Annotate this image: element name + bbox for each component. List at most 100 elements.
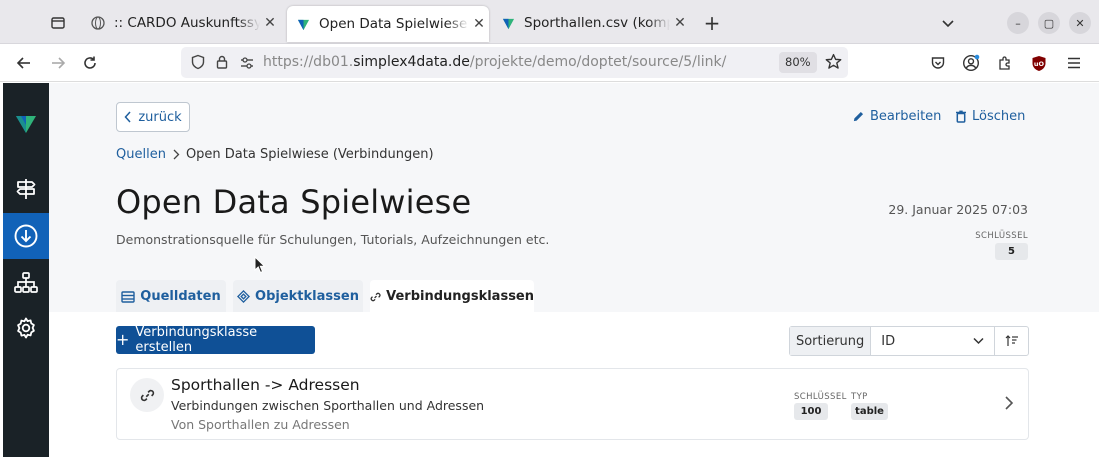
app-sidebar [3,83,49,457]
arrow-left-icon [16,57,30,69]
link-class-card[interactable]: Sporthallen -> Adressen Verbindungen zwi… [116,368,1029,440]
delete-button[interactable]: Löschen [955,109,1025,124]
extensions-button[interactable] [993,51,1017,75]
sort-value: ID [881,333,896,349]
sort-label: Sortierung [790,327,872,355]
gear-icon [17,317,35,339]
simplex-logo-icon [16,116,36,133]
chevron-down-icon [942,20,954,28]
pocket-button[interactable] [926,51,950,75]
card-note: Von Sporthallen zu Adressen [171,417,350,432]
permissions-icon[interactable] [239,55,255,74]
back-label: zurück [138,109,182,125]
minimize-button[interactable]: – [1007,12,1029,34]
sort-direction-button[interactable] [994,327,1028,355]
tab-label: Quelldaten [140,289,221,304]
card-key-label: SCHLÜSSEL [794,392,847,402]
chevron-down-icon [973,337,984,345]
tab-panel: + Verbindungsklasse erstellen Sortierung… [49,312,1099,457]
simplex-favicon-icon [500,15,516,31]
create-link-class-button[interactable]: + Verbindungsklasse erstellen [116,325,315,355]
tab-overview-icon [51,17,65,29]
back-nav-button[interactable] [12,51,36,75]
browser-tab-active[interactable]: Open Data Spielwiese - Verbindungen ✕ [287,6,489,42]
url-text[interactable]: https://db01.simplex4data.de/projekte/de… [263,54,726,70]
close-window-button[interactable]: ✕ [1069,12,1091,34]
chevron-left-icon [124,111,131,123]
tab-label: Verbindungsklassen [386,289,534,304]
globe-favicon-icon [90,15,106,31]
app-logo[interactable] [3,101,49,147]
reload-icon [84,56,96,69]
forward-nav-button[interactable] [46,51,70,75]
trash-icon [956,110,966,123]
tab-source-data[interactable]: Quelldaten [116,280,226,313]
reload-button[interactable] [78,51,102,75]
table-icon [121,290,135,303]
card-subtitle: Verbindungen zwischen Sporthallen und Ad… [171,398,485,413]
zoom-level[interactable]: 80% [779,52,817,73]
account-button[interactable] [959,51,983,75]
tab-title: Open Data Spielwiese - Verbindungen [319,16,469,32]
arrow-right-icon [52,57,66,69]
sitemap-icon [14,272,38,293]
url-prefix: https://db01. [263,54,354,70]
lock-icon[interactable] [214,54,230,74]
sort-control: Sortierung ID [789,326,1029,356]
browser-tab-bar: :: CARDO Auskunftssystem ✕ Open Data Spi… [0,0,1099,44]
download-circle-icon [14,224,38,248]
close-tab-icon[interactable]: ✕ [260,15,280,31]
edit-button[interactable]: Bearbeiten [852,109,941,124]
card-type-badge: table [851,403,888,420]
card-title: Sporthallen -> Adressen [171,376,360,394]
link-icon [130,378,164,412]
tab-title: :: CARDO Auskunftssystem [114,15,260,31]
sidebar-item-settings[interactable] [3,305,49,351]
create-label: Verbindungsklasse erstellen [135,325,258,355]
chevron-right-icon [173,149,180,160]
ublock-shield-icon: uO [1032,55,1046,71]
bookmark-star-icon[interactable] [825,53,842,74]
puzzle-icon [999,56,1010,70]
simplex-favicon-icon [295,16,311,32]
breadcrumb-sources-link[interactable]: Quellen [116,147,166,162]
tab-overview-button[interactable] [46,12,70,34]
sidebar-item-structure[interactable] [3,260,49,306]
url-domain: simplex4data.de [353,54,470,70]
tab-list-button[interactable] [936,11,960,35]
modified-date: 29. Januar 2025 07:03 [888,202,1028,217]
close-tab-icon[interactable]: ✕ [469,16,489,32]
browser-nav-bar: https://db01.simplex4data.de/projekte/de… [0,44,1099,82]
tab-link-classes[interactable]: Verbindungsklassen [370,280,534,313]
sidebar-item-sources[interactable] [3,213,49,259]
pocket-icon [931,57,945,69]
url-bar[interactable]: https://db01.simplex4data.de/projekte/de… [181,47,848,78]
sidebar-item-signpost[interactable] [3,166,49,212]
key-badge: 5 [995,243,1028,260]
tab-title: Sporthallen.csv (komplett) [524,15,670,31]
sort-select[interactable]: ID [871,327,994,355]
link-icon [370,292,381,301]
new-tab-button[interactable]: + [700,11,724,35]
main-content: zurück Bearbeiten Löschen Quellen Open D… [49,83,1099,457]
card-type-label: TYP [851,392,868,402]
tab-label: Objektklassen [255,289,359,304]
account-icon [962,54,980,72]
ublock-button[interactable]: uO [1027,51,1051,75]
mouse-cursor-icon [254,256,266,274]
back-button[interactable]: zurück [116,102,190,132]
signpost-icon [16,179,36,199]
browser-tab-cardo[interactable]: :: CARDO Auskunftssystem ✕ [82,6,280,40]
app-menu-button[interactable] [1062,51,1086,75]
tab-object-classes[interactable]: Objektklassen [233,280,363,313]
close-tab-icon[interactable]: ✕ [670,15,690,31]
svg-text:uO: uO [1034,60,1045,68]
edit-label: Bearbeiten [870,109,942,124]
card-key-badge: 100 [794,403,828,420]
sort-ascending-icon [1005,335,1018,346]
plus-icon: + [116,330,130,349]
browser-tab-sporthallen[interactable]: Sporthallen.csv (komplett) ✕ [492,6,690,40]
shield-icon[interactable] [190,54,206,74]
maximize-button[interactable]: ▢ [1038,12,1060,34]
breadcrumb-current: Open Data Spielwiese (Verbindungen) [185,147,434,162]
